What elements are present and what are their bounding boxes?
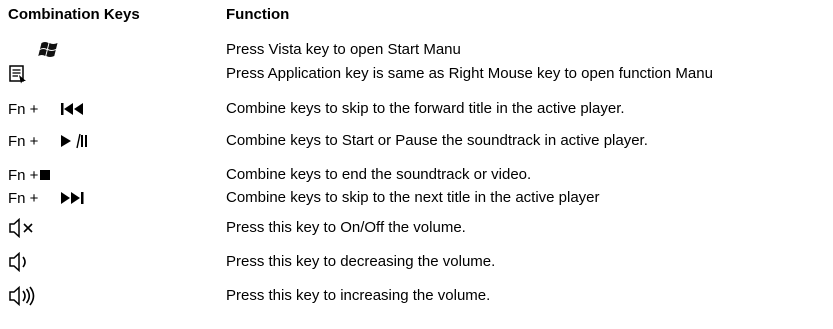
table-row: Press this key to decreasing the volume. <box>0 250 833 274</box>
table-row: Press Application key is same as Right M… <box>0 62 833 86</box>
header-combination-keys: Combination Keys <box>8 6 140 23</box>
table-row: Fn + Combine keys to Start or Pause the … <box>0 129 833 153</box>
table-row: Fn + Combine keys to skip to the forward… <box>0 97 833 121</box>
play-pause-icon <box>60 133 88 149</box>
fn-key-label: Fn + <box>8 189 39 207</box>
stop-icon <box>39 169 51 181</box>
row-description: Press Vista key to open Start Manu <box>226 41 461 58</box>
row-description: Combine keys to Start or Pause the sound… <box>226 132 648 149</box>
table-row: Fn + Combine keys to skip to the next ti… <box>0 186 833 210</box>
row-description: Combine keys to skip to the forward titl… <box>226 100 625 117</box>
table-row: Press this key to increasing the volume. <box>0 284 833 308</box>
volume-down-icon <box>8 250 38 274</box>
table-row: Press Vista key to open Start Manu <box>0 38 833 62</box>
row-description: Press this key to increasing the volume. <box>226 287 491 304</box>
row-description: Press this key to On/Off the volume. <box>226 219 466 236</box>
row-description: Press Application key is same as Right M… <box>226 65 713 82</box>
key-combination: Fn + <box>8 129 88 153</box>
row-description: Press this key to decreasing the volume. <box>226 253 496 270</box>
skip-back-icon <box>60 102 86 116</box>
row-description: Combine keys to end the soundtrack or vi… <box>226 166 532 183</box>
header-function: Function <box>226 6 290 23</box>
fn-key-label: Fn + <box>8 132 39 150</box>
table-row: Fn + Combine keys to end the soundtrack … <box>0 163 833 187</box>
volume-mute-icon <box>8 216 38 240</box>
row-description: Combine keys to skip to the next title i… <box>226 189 600 206</box>
skip-forward-icon <box>60 191 86 205</box>
table-row: Press this key to On/Off the volume. <box>0 216 833 240</box>
volume-up-icon <box>8 284 42 308</box>
fn-key-label: Fn + <box>8 166 39 184</box>
application-menu-icon <box>8 62 28 86</box>
key-combination: Fn + <box>8 97 86 121</box>
fn-key-label: Fn + <box>8 100 39 118</box>
key-combination: Fn + <box>8 163 51 187</box>
key-combination: Fn + <box>8 186 86 210</box>
windows-logo-icon <box>36 38 58 62</box>
